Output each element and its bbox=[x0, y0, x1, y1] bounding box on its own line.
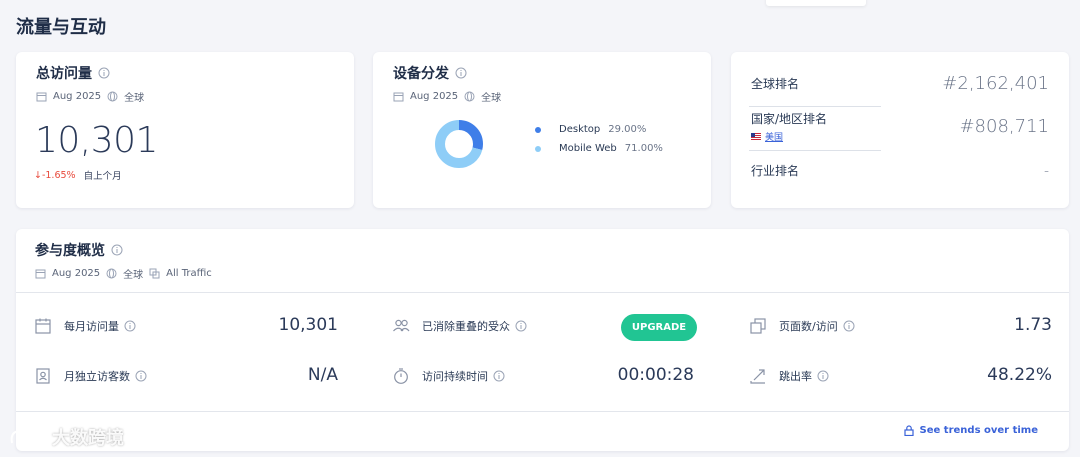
global-rank-value: #2,162,401 bbox=[942, 73, 1049, 94]
country-name: 美国 bbox=[765, 133, 784, 143]
watermark-text: 大数跨境 bbox=[52, 428, 124, 449]
legend-pct-desktop: 29.00% bbox=[608, 124, 647, 135]
legend-label-mobile: Mobile Web bbox=[559, 143, 617, 154]
divider bbox=[16, 292, 1069, 293]
calendar-icon bbox=[393, 92, 404, 102]
total-visits-title: 总访问量 bbox=[36, 66, 92, 82]
metric-dedup-audience: 已消除重叠的受众 bbox=[392, 317, 527, 335]
pages-icon bbox=[750, 318, 766, 334]
pages-per-visit-value: 1.73 bbox=[1014, 315, 1052, 335]
period-label: Aug 2025 bbox=[52, 268, 101, 279]
metric-bounce-rate: 跳出率 bbox=[749, 367, 829, 385]
floating-tab[interactable] bbox=[766, 0, 866, 6]
region-label: 全球 bbox=[124, 93, 145, 104]
legend-dot-desktop bbox=[535, 126, 541, 133]
engagement-card: 参与度概览 Aug 2025 全球 All Traffic bbox=[16, 229, 1069, 451]
bounce-rate-label: 跳出率 bbox=[779, 370, 812, 383]
device-donut-chart bbox=[435, 120, 483, 168]
visit-duration-value: 00:00:28 bbox=[617, 365, 694, 385]
legend-label-desktop: Desktop bbox=[559, 124, 601, 135]
info-icon[interactable] bbox=[515, 320, 527, 332]
dedup-audience-label: 已消除重叠的受众 bbox=[422, 320, 510, 333]
watermark-logo-icon bbox=[10, 430, 39, 444]
country-link[interactable]: 美国 bbox=[751, 130, 827, 143]
metric-visit-duration: 访问持续时间 bbox=[392, 367, 505, 385]
calendar-icon bbox=[35, 318, 51, 334]
monthly-visits-label: 每月访问量 bbox=[64, 320, 119, 333]
info-icon[interactable] bbox=[843, 320, 855, 332]
divider bbox=[749, 150, 881, 151]
device-card: 设备分发 Aug 2025 全球 Desktop 29.00% Mobile W… bbox=[373, 52, 711, 208]
globe-icon bbox=[106, 268, 117, 279]
region-label: 全球 bbox=[481, 93, 502, 104]
metric-pages-per-visit: 页面数/访问 bbox=[749, 317, 855, 335]
period-label: Aug 2025 bbox=[410, 91, 459, 102]
divider bbox=[16, 411, 1069, 412]
engagement-title: 参与度概览 bbox=[35, 243, 105, 259]
visit-duration-label: 访问持续时间 bbox=[422, 370, 488, 383]
info-icon[interactable] bbox=[111, 244, 123, 256]
total-visits-value: 10,301 bbox=[35, 120, 158, 161]
info-icon[interactable] bbox=[124, 320, 136, 332]
us-flag-icon bbox=[751, 133, 761, 140]
bounce-rate-value: 48.22% bbox=[987, 365, 1052, 385]
info-icon[interactable] bbox=[455, 67, 467, 79]
pages-per-visit-label: 页面数/访问 bbox=[779, 320, 838, 333]
legend-pct-mobile: 71.00% bbox=[624, 143, 663, 154]
id-card-icon bbox=[36, 368, 50, 384]
total-visits-card: 总访问量 Aug 2025 全球 10,301 ↓-1.65% 自上个月 bbox=[16, 52, 354, 208]
info-icon[interactable] bbox=[98, 67, 110, 79]
calendar-icon bbox=[36, 92, 47, 102]
global-rank-label: 全球排名 bbox=[751, 77, 800, 91]
period-label: Aug 2025 bbox=[53, 91, 102, 102]
industry-rank-label: 行业排名 bbox=[751, 164, 800, 178]
info-icon[interactable] bbox=[817, 370, 829, 382]
monthly-visits-value: 10,301 bbox=[278, 315, 338, 335]
calendar-icon bbox=[35, 269, 46, 279]
country-rank-value: #808,711 bbox=[959, 116, 1049, 137]
change-value: ↓-1.65% bbox=[34, 169, 76, 181]
unique-visitors-value: N/A bbox=[307, 365, 338, 385]
industry-rank-value: - bbox=[1043, 162, 1049, 179]
users-icon bbox=[393, 319, 410, 332]
change-note: 自上个月 bbox=[83, 171, 122, 182]
see-trends-link[interactable]: See trends over time bbox=[903, 425, 1038, 436]
page-title: 流量与互动 bbox=[16, 17, 106, 38]
traffic-icon bbox=[149, 268, 160, 279]
watermark: 大数跨境 bbox=[8, 424, 124, 450]
metric-unique-visitors: 月独立访客数 bbox=[34, 367, 147, 385]
info-icon[interactable] bbox=[135, 370, 147, 382]
globe-icon bbox=[107, 91, 118, 102]
rank-card: 全球排名 #2,162,401 国家/地区排名 美国 #808,711 行业排名… bbox=[731, 52, 1069, 208]
globe-icon bbox=[464, 91, 475, 102]
device-title: 设备分发 bbox=[393, 66, 449, 82]
region-label: 全球 bbox=[123, 270, 144, 281]
legend-dot-mobile bbox=[535, 145, 541, 152]
lock-icon bbox=[903, 425, 914, 436]
unique-visitors-label: 月独立访客数 bbox=[64, 370, 130, 383]
info-icon[interactable] bbox=[493, 370, 505, 382]
divider bbox=[749, 106, 881, 107]
traffic-label: All Traffic bbox=[166, 268, 212, 279]
see-trends-label: See trends over time bbox=[919, 425, 1038, 436]
metric-monthly-visits: 每月访问量 bbox=[34, 317, 136, 335]
stopwatch-icon bbox=[394, 368, 408, 384]
bounce-arrow-icon bbox=[750, 369, 765, 384]
upgrade-button[interactable]: UPGRADE bbox=[621, 314, 697, 341]
country-rank-label: 国家/地区排名 bbox=[751, 112, 828, 126]
